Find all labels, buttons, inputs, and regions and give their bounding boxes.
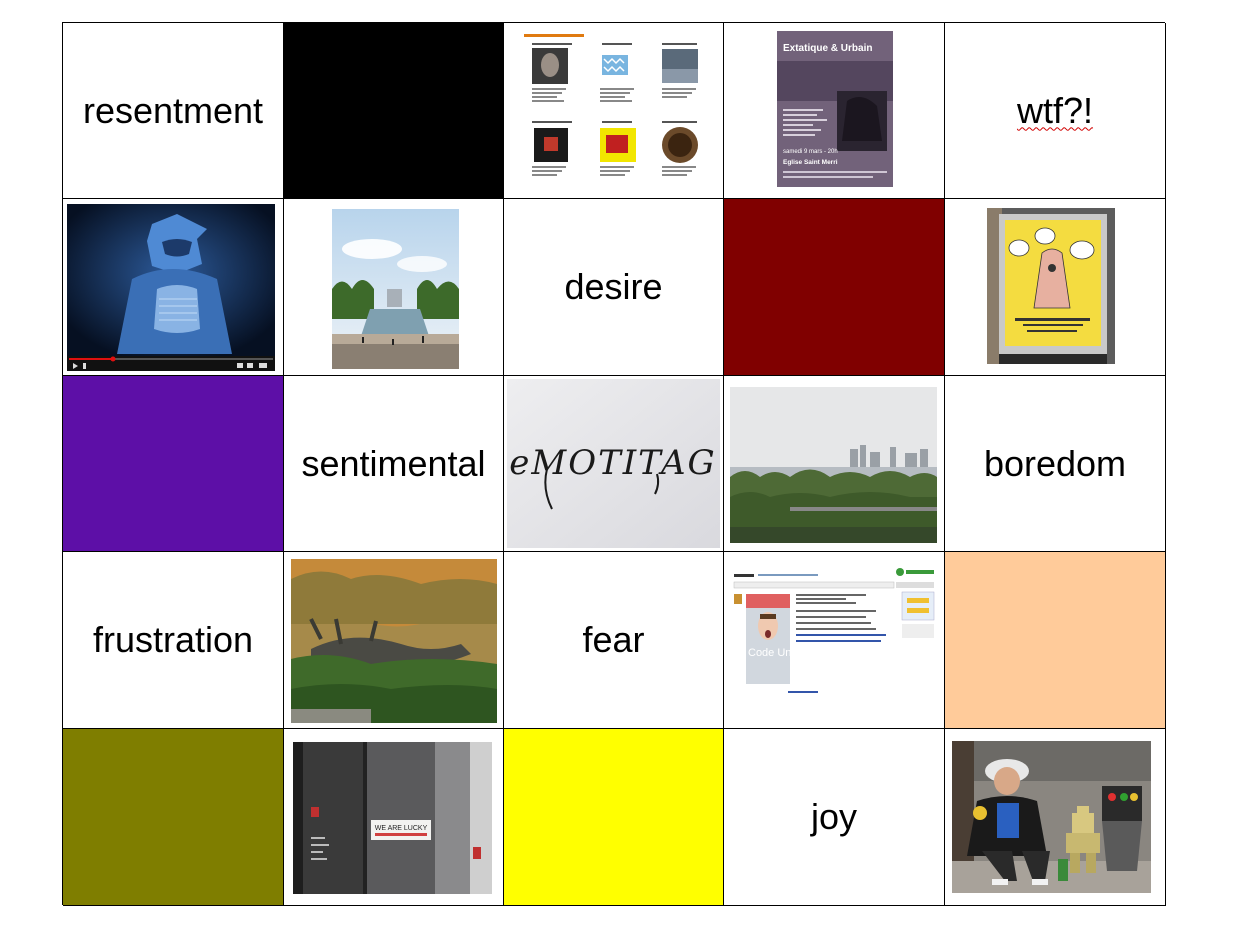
word-fear: fear [582, 619, 645, 660]
cell-wtf: wtf?! [945, 23, 1166, 199]
olive-color-swatch [63, 729, 283, 905]
cell-black-swatch [284, 23, 504, 199]
cell-street-poster [945, 199, 1166, 376]
door-with-sticker-photo: WE ARE LUCKY [293, 742, 492, 894]
door-sticker-text: WE ARE LUCKY [375, 825, 428, 832]
emotitag-handwritten-logo: eMOTITAG [507, 379, 720, 548]
yellow-color-swatch [504, 729, 723, 905]
poster-venue-text: Eglise Saint Merri [783, 159, 838, 166]
emotion-grid: resentment Extatique & Urbain samedi 9 m… [62, 22, 1166, 906]
cell-sentimental: sentimental [284, 376, 504, 552]
cell-man-robot [945, 729, 1166, 906]
dvd-title-text: Code Unknown [748, 647, 823, 659]
man-with-toy-robot-photo [952, 741, 1151, 893]
cell-resentment: resentment [63, 23, 284, 199]
cell-peach-swatch [945, 552, 1166, 729]
cell-promenade [284, 199, 504, 376]
city-skyline-over-trees-photo [730, 387, 937, 543]
cell-frustration: frustration [63, 552, 284, 729]
fallen-tree-in-park-photo [291, 559, 497, 723]
cell-joy: joy [724, 729, 945, 906]
cell-dark-red-swatch [724, 199, 945, 376]
cell-fear: fear [504, 552, 724, 729]
word-resentment: resentment [82, 89, 264, 131]
word-sentimental: sentimental [301, 442, 486, 484]
extatique-urbain-concert-poster: Extatique & Urbain samedi 9 mars - 20h E… [777, 31, 893, 187]
music-shop-album-listing-screenshot [522, 31, 712, 191]
yellow-cartoon-poster-on-street [987, 208, 1115, 364]
poster-date-text: samedi 9 mars - 20h [783, 149, 838, 155]
cell-boredom: boredom [945, 376, 1166, 552]
word-wtf: wtf?! [1016, 89, 1094, 131]
cell-purple-swatch [63, 376, 284, 552]
poster-title-text: Extatique & Urbain [783, 43, 872, 54]
code-unknown-dvd-product-page: Code Unknown [732, 566, 938, 716]
word-desire: desire [564, 266, 663, 307]
riverside-promenade-photo [332, 209, 459, 369]
dark-red-color-swatch [724, 199, 944, 375]
cell-dvd-page: Code Unknown [724, 552, 945, 729]
cell-desire: desire [504, 199, 724, 376]
peach-color-swatch [945, 552, 1165, 728]
cell-emotitag: eMOTITAG [504, 376, 724, 552]
cell-olive-swatch [63, 729, 284, 906]
word-boredom: boredom [983, 442, 1127, 484]
cell-album-listing [504, 23, 724, 199]
word-joy: joy [810, 796, 858, 837]
word-frustration: frustration [92, 619, 254, 660]
cell-concert-poster: Extatique & Urbain samedi 9 mars - 20h E… [724, 23, 945, 199]
cell-yellow-swatch [504, 729, 724, 906]
black-color-swatch [284, 23, 503, 198]
emotitag-text: eMOTITAG [509, 443, 716, 483]
masked-figure-video-still [67, 204, 275, 371]
purple-color-swatch [63, 376, 283, 551]
cell-skyline [724, 376, 945, 552]
cell-door: WE ARE LUCKY [284, 729, 504, 906]
cell-fallen-tree [284, 552, 504, 729]
cell-video-still [63, 199, 284, 376]
